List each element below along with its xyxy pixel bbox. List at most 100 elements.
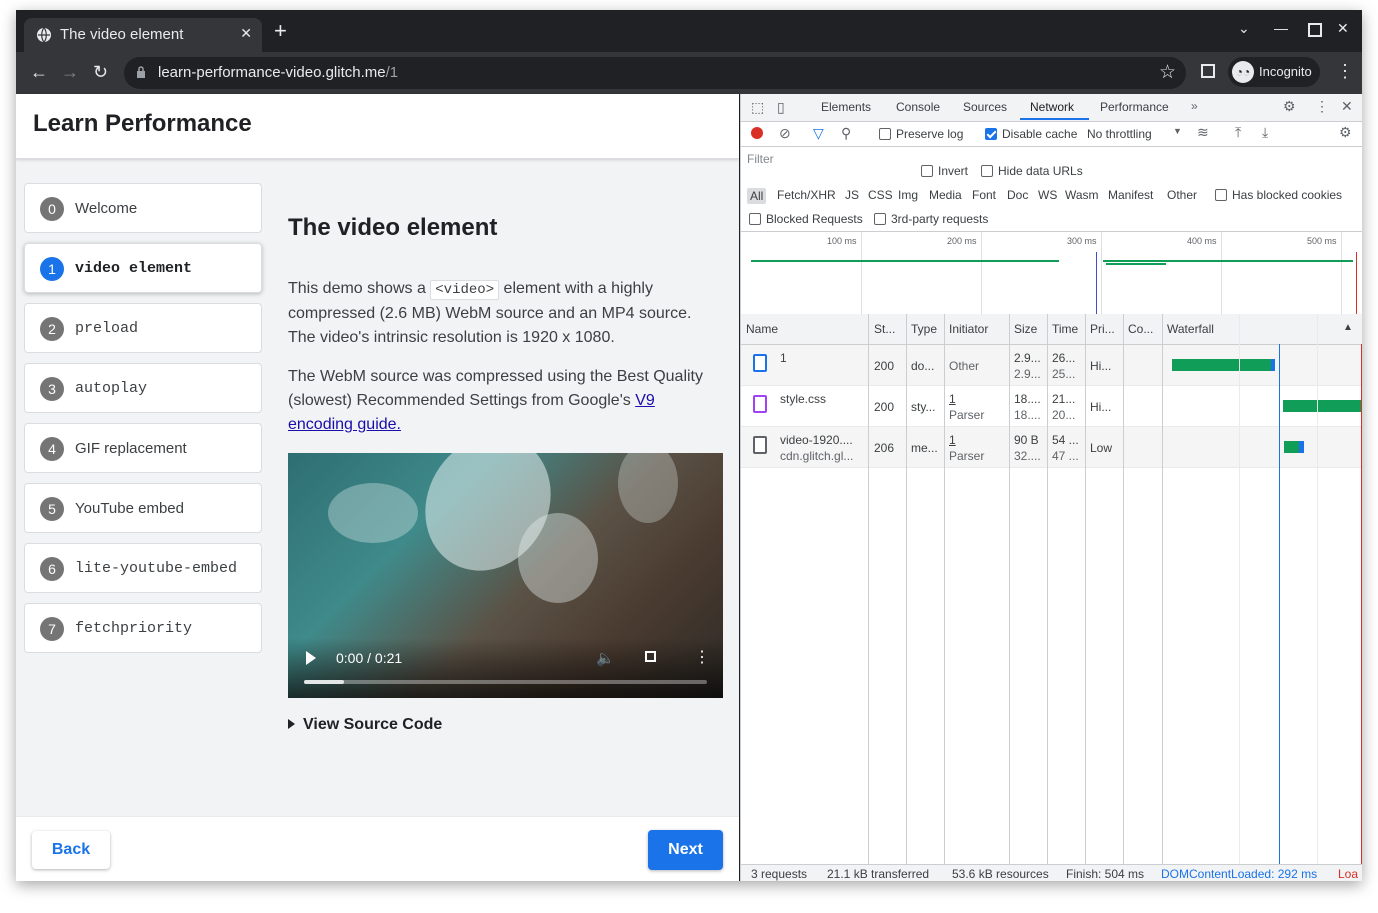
browser-tab[interactable]: The video element ✕: [24, 18, 262, 52]
type-filter-all[interactable]: All: [747, 188, 767, 204]
play-icon[interactable]: [306, 651, 316, 665]
next-button[interactable]: Next: [648, 830, 723, 870]
inspect-element-icon[interactable]: ⬚: [751, 99, 764, 116]
video-player[interactable]: 0:00 / 0:21 🔈 ⋮: [288, 453, 723, 698]
address-bar[interactable]: learn-performance-video.glitch.me/1 ☆: [124, 57, 1186, 89]
hide-data-urls-checkbox[interactable]: [981, 165, 993, 177]
type-filter-fetch[interactable]: Fetch/XHR: [777, 188, 836, 202]
request-initiator[interactable]: 1: [949, 392, 956, 406]
nav-item-0[interactable]: 0 Welcome: [24, 183, 262, 233]
import-har-icon[interactable]: ⤒: [1235, 124, 1241, 141]
video-tag-code: <video>: [430, 280, 500, 300]
table-row[interactable]: 1 200 do... Other 2.9... 2.9... 26... 25... Hi..…: [741, 345, 1362, 386]
col-status[interactable]: St...: [874, 322, 895, 336]
col-time[interactable]: Time: [1052, 322, 1078, 336]
close-tab-icon[interactable]: ✕: [240, 25, 252, 42]
tab-sources[interactable]: Sources: [963, 100, 1007, 114]
col-size[interactable]: Size: [1014, 322, 1037, 336]
nav-item-6[interactable]: 6 lite-youtube-embed: [24, 543, 262, 593]
blocked-requests-checkbox[interactable]: [749, 213, 761, 225]
nav-item-number: 4: [40, 437, 64, 461]
bookmark-star-icon[interactable]: ☆: [1159, 61, 1176, 84]
request-latency: 25...: [1052, 367, 1076, 381]
tab-search-icon[interactable]: ⌄: [1238, 20, 1250, 37]
forward-arrow-icon[interactable]: →: [61, 62, 79, 82]
type-filter-wasm[interactable]: Wasm: [1065, 188, 1099, 202]
maximize-icon[interactable]: [1308, 23, 1322, 37]
more-options-icon[interactable]: ⋮: [694, 647, 710, 667]
type-filter-other[interactable]: Other: [1167, 188, 1197, 202]
nav-item-3[interactable]: 3 autoplay: [24, 363, 262, 413]
dcl-marker: [1096, 252, 1097, 314]
export-har-icon[interactable]: ⤓: [1262, 124, 1268, 141]
fullscreen-icon[interactable]: [645, 651, 656, 662]
incognito-indicator[interactable]: ◔◔ Incognito: [1228, 57, 1320, 87]
tab-network[interactable]: Network: [1030, 100, 1074, 114]
device-toolbar-icon[interactable]: ▯: [777, 99, 785, 116]
col-waterfall[interactable]: Waterfall: [1167, 322, 1214, 336]
filter-icon[interactable]: ▽: [813, 125, 824, 142]
minimize-icon[interactable]: —: [1274, 20, 1288, 36]
document-icon: [753, 354, 767, 372]
reload-icon[interactable]: ↻: [93, 62, 108, 82]
nav-item-7[interactable]: 7 fetchpriority: [24, 603, 262, 653]
clear-icon[interactable]: ⊘: [779, 125, 791, 142]
tab-elements[interactable]: Elements: [821, 100, 871, 114]
tab-console[interactable]: Console: [896, 100, 940, 114]
nav-item-2[interactable]: 2 preload: [24, 303, 262, 353]
col-initiator[interactable]: Initiator: [949, 322, 988, 336]
throttling-select[interactable]: No throttling: [1087, 127, 1152, 141]
video-seek-bar[interactable]: [304, 680, 707, 684]
devtools-menu-icon[interactable]: ⋮: [1315, 98, 1329, 115]
browser-menu-icon[interactable]: ⋮: [1336, 61, 1354, 82]
type-filter-js[interactable]: JS: [845, 188, 859, 202]
has-blocked-cookies-checkbox[interactable]: [1215, 189, 1227, 201]
tab-performance[interactable]: Performance: [1100, 100, 1169, 114]
network-overview-timeline[interactable]: 100 ms 200 ms 300 ms 400 ms 500 ms: [741, 231, 1362, 315]
encoding-paragraph: The WebM source was compressed using the…: [288, 368, 703, 433]
overview-tick: 300 ms: [1067, 236, 1097, 246]
view-source-toggle[interactable]: View Source Code: [288, 716, 442, 734]
close-devtools-icon[interactable]: ✕: [1341, 98, 1353, 115]
col-connection[interactable]: Co...: [1128, 322, 1153, 336]
media-file-icon: [753, 436, 767, 454]
nav-item-1[interactable]: 1 video element: [24, 243, 262, 293]
new-tab-icon[interactable]: +: [274, 20, 287, 42]
filter-input[interactable]: Filter: [745, 150, 907, 168]
col-name[interactable]: Name: [746, 322, 778, 336]
third-party-checkbox[interactable]: [874, 213, 886, 225]
preserve-log-checkbox[interactable]: [879, 128, 891, 140]
overview-tick: 200 ms: [947, 236, 977, 246]
search-icon[interactable]: ⚲: [841, 125, 851, 142]
type-filter-media[interactable]: Media: [929, 188, 962, 202]
more-tabs-icon[interactable]: »: [1191, 99, 1198, 113]
settings-gear-icon[interactable]: ⚙: [1283, 98, 1296, 115]
sort-ascending-icon[interactable]: ▲: [1343, 322, 1353, 333]
type-filter-manifest[interactable]: Manifest: [1108, 188, 1153, 202]
network-settings-icon[interactable]: ⚙: [1339, 124, 1352, 141]
close-window-icon[interactable]: ✕: [1337, 20, 1349, 37]
volume-icon[interactable]: 🔈: [596, 649, 615, 667]
col-priority[interactable]: Pri...: [1090, 322, 1115, 336]
table-row[interactable]: video-1920.... cdn.glitch.gl... 206 me... 1 P…: [741, 427, 1362, 468]
has-blocked-cookies-label: Has blocked cookies: [1232, 188, 1343, 202]
back-arrow-icon[interactable]: ←: [30, 62, 48, 82]
record-icon[interactable]: [751, 127, 763, 139]
request-status: 200: [874, 359, 895, 373]
invert-checkbox[interactable]: [921, 165, 933, 177]
type-filter-img[interactable]: Img: [898, 188, 918, 202]
request-initiator[interactable]: 1: [949, 433, 956, 447]
browser-window: The video element ✕ + ⌄ — ✕ ← → ↻ learn-…: [16, 10, 1362, 881]
network-conditions-icon[interactable]: ≋: [1197, 124, 1209, 141]
col-type[interactable]: Type: [911, 322, 937, 336]
back-button[interactable]: Back: [32, 831, 110, 869]
side-panel-icon[interactable]: [1201, 64, 1215, 78]
table-row[interactable]: style.css 200 sty... 1 Parser 18.... 18.... 21.…: [741, 386, 1362, 427]
type-filter-font[interactable]: Font: [972, 188, 996, 202]
type-filter-doc[interactable]: Doc: [1007, 188, 1028, 202]
nav-item-4[interactable]: 4 GIF replacement: [24, 423, 262, 473]
disable-cache-checkbox[interactable]: [985, 128, 997, 140]
nav-item-5[interactable]: 5 YouTube embed: [24, 483, 262, 533]
type-filter-ws[interactable]: WS: [1038, 188, 1057, 202]
type-filter-css[interactable]: CSS: [868, 188, 893, 202]
